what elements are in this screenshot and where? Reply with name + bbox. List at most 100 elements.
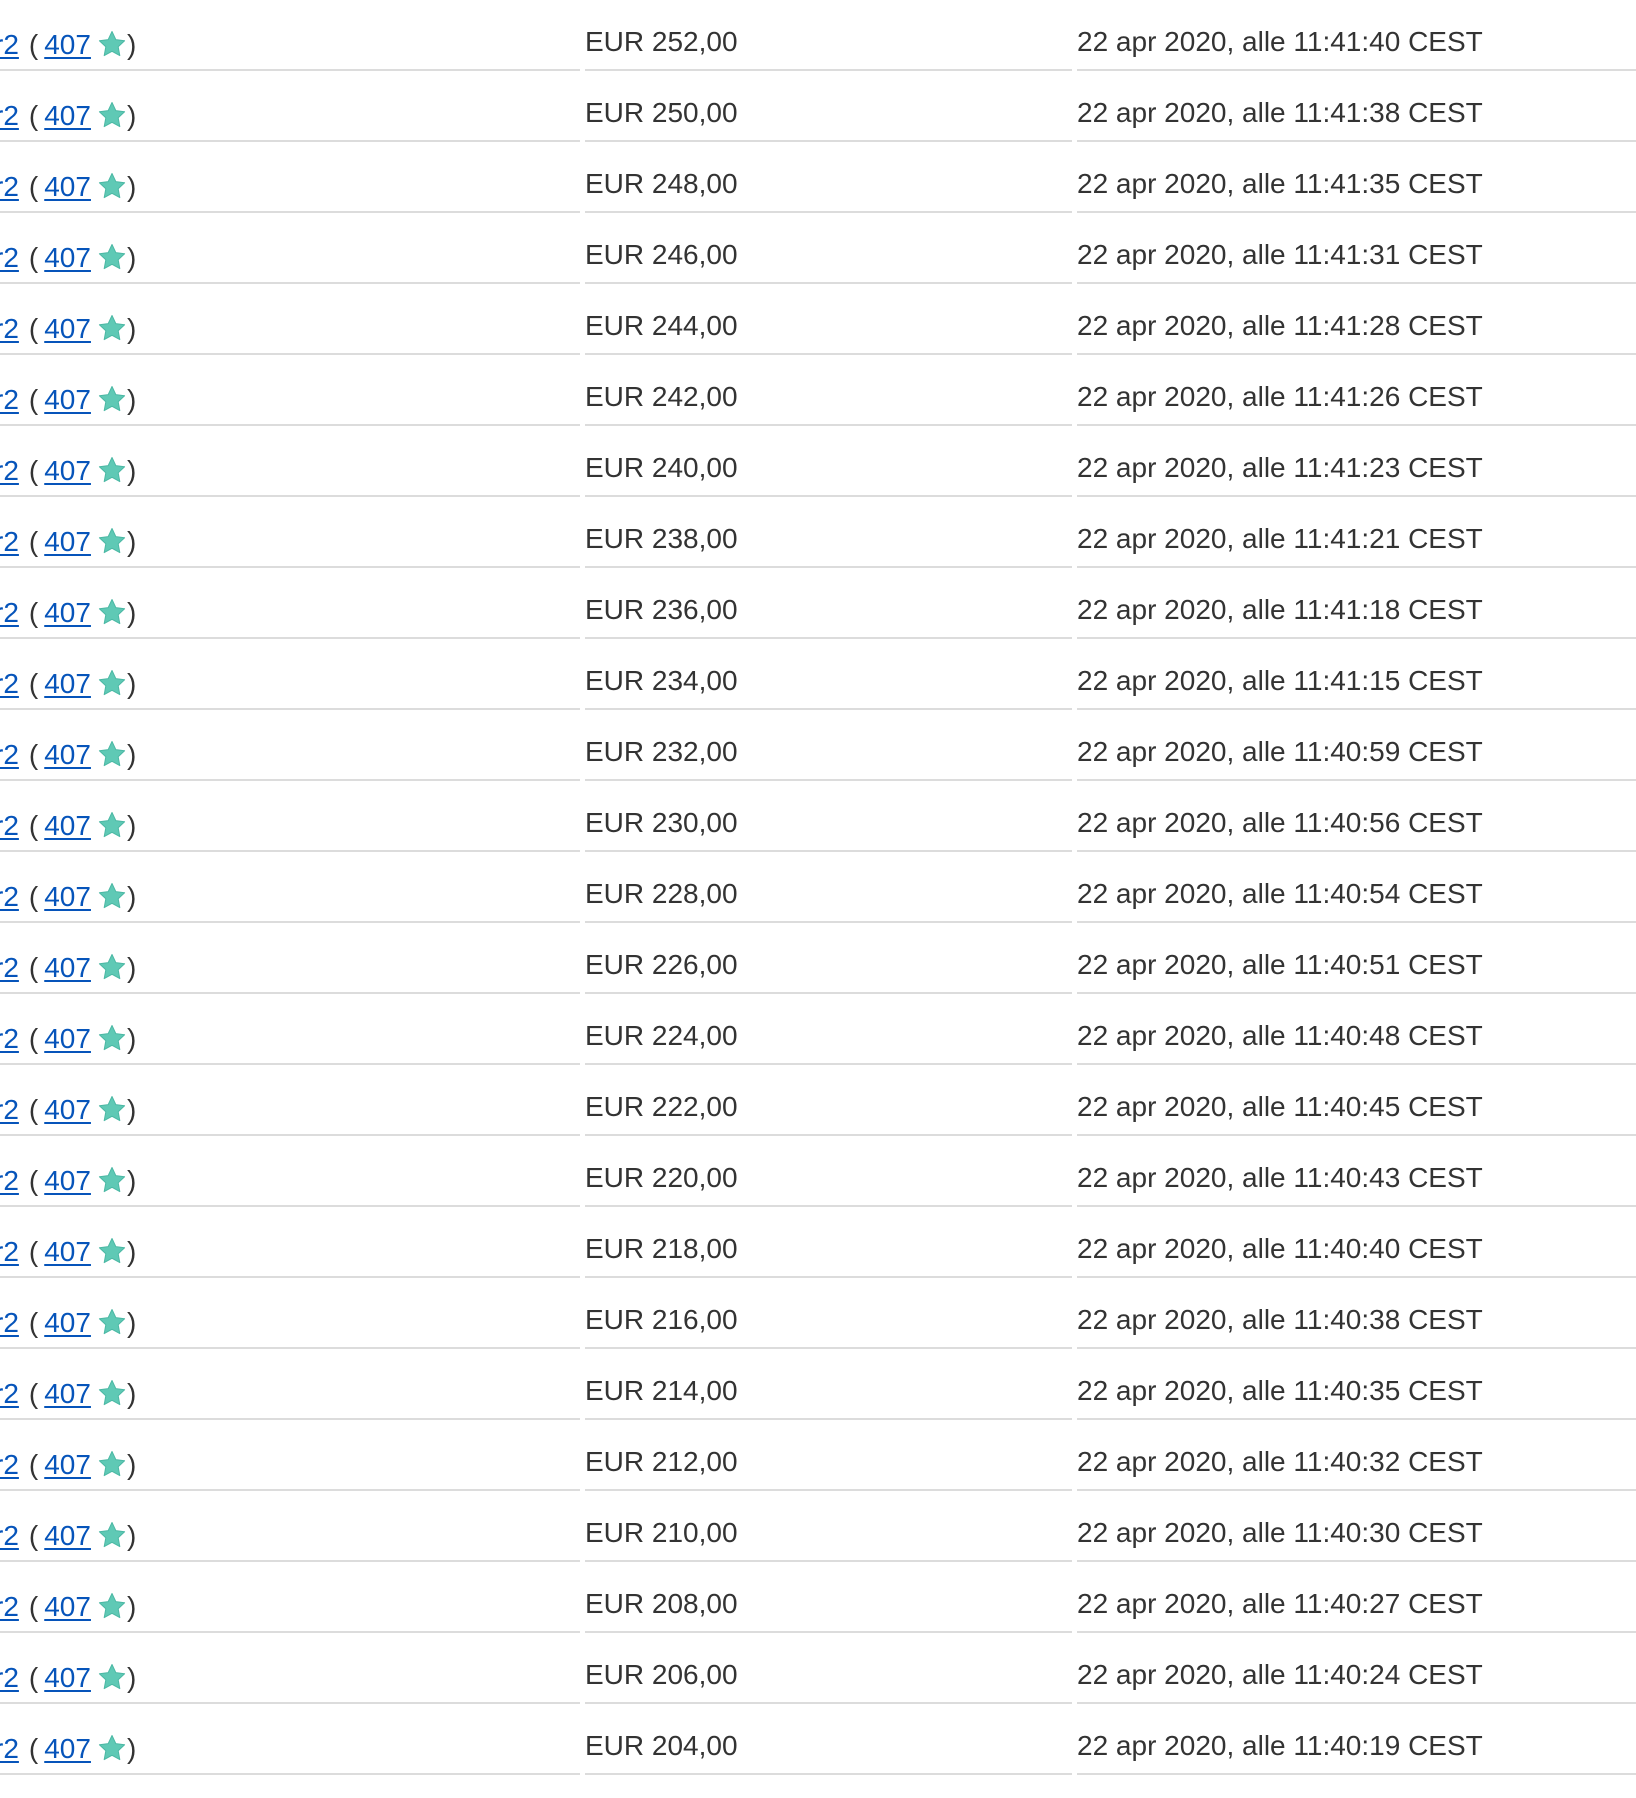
- bid-row: r2 (407) EUR 226,00 22 apr 2020, alle 11:…: [0, 923, 1636, 994]
- bid-time-cell: 22 apr 2020, alle 11:40:27 CEST: [1077, 1562, 1636, 1633]
- feedback-score-link[interactable]: 407: [44, 739, 91, 770]
- bidder-name-link[interactable]: r2: [0, 1731, 19, 1767]
- bidder-cell: r2 (407): [0, 0, 580, 71]
- feedback-open-paren: (: [28, 1520, 39, 1551]
- feedback-score-link[interactable]: 407: [44, 1733, 91, 1764]
- bid-row: r2 (407) EUR 234,00 22 apr 2020, alle 11:…: [0, 639, 1636, 710]
- teal-star-icon: [97, 1662, 127, 1692]
- bidder-name-link[interactable]: r2: [0, 808, 19, 844]
- feedback-score-link[interactable]: 407: [44, 1520, 91, 1551]
- bidder-info: r2 (407): [0, 1589, 136, 1625]
- feedback-open-paren: (: [28, 739, 39, 770]
- bidder-cell: r2 (407): [0, 71, 580, 142]
- feedback-open-paren: (: [28, 1378, 39, 1409]
- feedback-close-paren: ): [126, 1449, 137, 1480]
- feedback-close-paren: ): [126, 1520, 137, 1551]
- bidder-cell: r2 (407): [0, 1633, 580, 1704]
- bidder-cell: r2 (407): [0, 1704, 580, 1775]
- bidder-name-link[interactable]: r2: [0, 737, 19, 773]
- bid-row: r2 (407) EUR 248,00 22 apr 2020, alle 11:…: [0, 142, 1636, 213]
- bid-amount-cell: EUR 226,00: [585, 923, 1072, 994]
- bidder-name-link[interactable]: r2: [0, 1092, 19, 1128]
- bidder-info: r2 (407): [0, 666, 136, 702]
- bid-amount: EUR 204,00: [585, 1730, 738, 1761]
- feedback-score-link[interactable]: 407: [44, 526, 91, 557]
- bidder-info: r2 (407): [0, 1518, 136, 1554]
- bidder-name-link[interactable]: r2: [0, 1376, 19, 1412]
- bid-amount: EUR 232,00: [585, 736, 738, 767]
- bidder-info: r2 (407): [0, 311, 136, 347]
- bid-row: r2 (407) EUR 210,00 22 apr 2020, alle 11:…: [0, 1491, 1636, 1562]
- feedback-score-link[interactable]: 407: [44, 384, 91, 415]
- bid-row: r2 (407) EUR 224,00 22 apr 2020, alle 11:…: [0, 994, 1636, 1065]
- teal-star-icon: [97, 739, 127, 769]
- feedback-score-link[interactable]: 407: [44, 952, 91, 983]
- feedback-score-link[interactable]: 407: [44, 1165, 91, 1196]
- teal-star-icon: [97, 881, 127, 911]
- teal-star-icon: [97, 1094, 127, 1124]
- bidder-name-link[interactable]: r2: [0, 1305, 19, 1341]
- bidder-name-link[interactable]: r2: [0, 240, 19, 276]
- bidder-name-link[interactable]: r2: [0, 1447, 19, 1483]
- feedback-score-link[interactable]: 407: [44, 1449, 91, 1480]
- bid-row: r2 (407) EUR 212,00 22 apr 2020, alle 11:…: [0, 1420, 1636, 1491]
- bidder-name-link[interactable]: r2: [0, 1589, 19, 1625]
- feedback-score-link[interactable]: 407: [44, 313, 91, 344]
- bidder-name-link[interactable]: r2: [0, 950, 19, 986]
- feedback-score-link[interactable]: 407: [44, 1094, 91, 1125]
- bidder-info: r2 (407): [0, 950, 136, 986]
- bid-row: r2 (407) EUR 218,00 22 apr 2020, alle 11:…: [0, 1207, 1636, 1278]
- bidder-name-link[interactable]: r2: [0, 524, 19, 560]
- bid-amount-cell: EUR 212,00: [585, 1420, 1072, 1491]
- bidder-name-link[interactable]: r2: [0, 1518, 19, 1554]
- teal-star-icon: [97, 171, 127, 201]
- feedback-score-link[interactable]: 407: [44, 1307, 91, 1338]
- feedback-score-link[interactable]: 407: [44, 1662, 91, 1693]
- bid-amount: EUR 212,00: [585, 1446, 738, 1477]
- bidder-name-link[interactable]: r2: [0, 98, 19, 134]
- bid-amount-cell: EUR 218,00: [585, 1207, 1072, 1278]
- feedback-score-link[interactable]: 407: [44, 881, 91, 912]
- bidder-name-link[interactable]: r2: [0, 27, 19, 63]
- bidder-name-link[interactable]: r2: [0, 1163, 19, 1199]
- feedback-score-link[interactable]: 407: [44, 455, 91, 486]
- teal-star-icon: [97, 1449, 127, 1479]
- bid-time: 22 apr 2020, alle 11:40:56 CEST: [1077, 807, 1483, 838]
- bid-time: 22 apr 2020, alle 11:40:19 CEST: [1077, 1730, 1483, 1761]
- feedback-score-link[interactable]: 407: [44, 29, 91, 60]
- bidder-name-link[interactable]: r2: [0, 1021, 19, 1057]
- bidder-name-link[interactable]: r2: [0, 453, 19, 489]
- feedback-score-link[interactable]: 407: [44, 1023, 91, 1054]
- feedback-score-link[interactable]: 407: [44, 100, 91, 131]
- bidder-name-link[interactable]: r2: [0, 1660, 19, 1696]
- feedback-score-link[interactable]: 407: [44, 1378, 91, 1409]
- teal-star-icon: [97, 810, 127, 840]
- bidder-name-link[interactable]: r2: [0, 879, 19, 915]
- bid-row: r2 (407) EUR 206,00 22 apr 2020, alle 11:…: [0, 1633, 1636, 1704]
- bidder-cell: r2 (407): [0, 639, 580, 710]
- bid-time: 22 apr 2020, alle 11:40:43 CEST: [1077, 1162, 1483, 1193]
- feedback-score-link[interactable]: 407: [44, 668, 91, 699]
- feedback-score-link[interactable]: 407: [44, 171, 91, 202]
- bid-time: 22 apr 2020, alle 11:41:31 CEST: [1077, 239, 1483, 270]
- bidder-name-link[interactable]: r2: [0, 595, 19, 631]
- bid-time: 22 apr 2020, alle 11:41:15 CEST: [1077, 665, 1483, 696]
- feedback-score-link[interactable]: 407: [44, 810, 91, 841]
- bid-time-cell: 22 apr 2020, alle 11:41:40 CEST: [1077, 0, 1636, 71]
- bidder-name-link[interactable]: r2: [0, 666, 19, 702]
- feedback-score-link[interactable]: 407: [44, 1591, 91, 1622]
- feedback-close-paren: ): [126, 1307, 137, 1338]
- bidder-name-link[interactable]: r2: [0, 1234, 19, 1270]
- bidder-name-link[interactable]: r2: [0, 311, 19, 347]
- bid-time-cell: 22 apr 2020, alle 11:40:51 CEST: [1077, 923, 1636, 994]
- bidder-name-link[interactable]: r2: [0, 382, 19, 418]
- feedback-score-link[interactable]: 407: [44, 242, 91, 273]
- feedback-score-link[interactable]: 407: [44, 1236, 91, 1267]
- bid-time: 22 apr 2020, alle 11:41:40 CEST: [1077, 26, 1483, 57]
- bidder-info: r2 (407): [0, 169, 136, 205]
- bid-amount: EUR 246,00: [585, 239, 738, 270]
- bid-time: 22 apr 2020, alle 11:40:38 CEST: [1077, 1304, 1483, 1335]
- bidder-name-link[interactable]: r2: [0, 169, 19, 205]
- feedback-score-link[interactable]: 407: [44, 597, 91, 628]
- bid-row: r2 (407) EUR 204,00 22 apr 2020, alle 11:…: [0, 1704, 1636, 1775]
